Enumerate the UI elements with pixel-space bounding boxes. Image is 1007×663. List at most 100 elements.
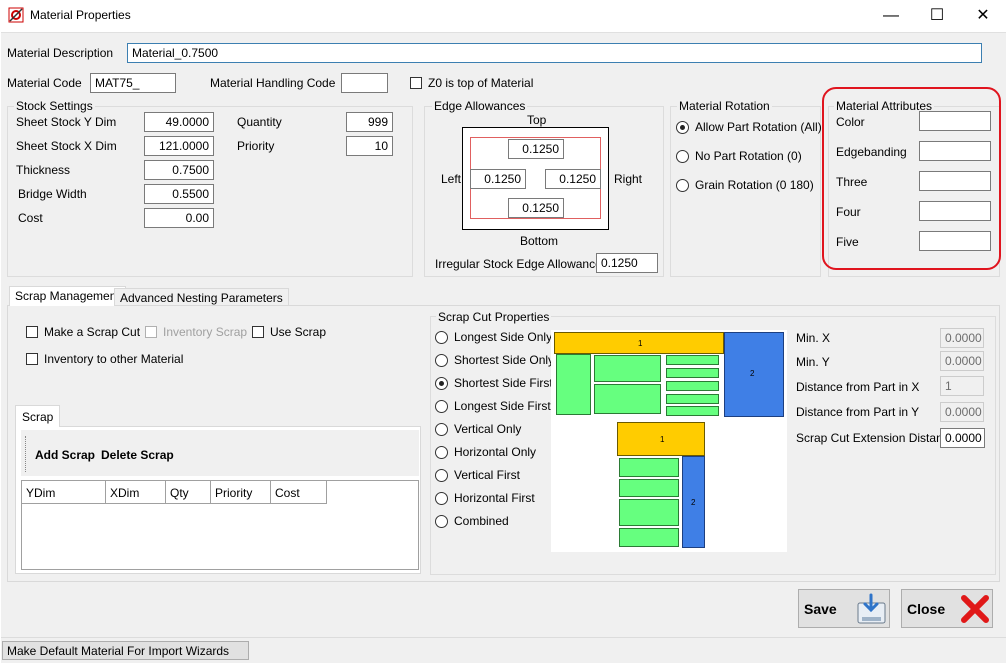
diagram-part	[666, 394, 719, 404]
min-x-label: Min. X	[796, 331, 831, 345]
edge-top-input[interactable]: 0.1250	[508, 139, 564, 159]
scrap-column-header[interactable]: Cost	[271, 481, 327, 504]
diagram-part	[666, 406, 719, 416]
rotation-option-label: No Part Rotation (0)	[695, 149, 802, 163]
scrap-cut-option-label: Longest Side First	[454, 399, 551, 413]
bridge-width-label: Bridge Width	[18, 187, 87, 201]
scrap-cut-radio[interactable]	[435, 400, 448, 413]
scrap-cut-option-label: Shortest Side First	[454, 376, 553, 390]
diagram-part	[594, 355, 661, 382]
rotation-option-label: Grain Rotation (0 180)	[695, 178, 814, 192]
app-icon	[8, 7, 24, 23]
close-button[interactable]: Close	[901, 589, 993, 628]
diagram-label-1: 1	[638, 339, 643, 348]
maximize-button[interactable]: ☐	[914, 0, 960, 32]
quantity-input[interactable]: 999	[346, 112, 393, 132]
priority-input[interactable]: 10	[346, 136, 393, 156]
z0-top-label: Z0 is top of Material	[428, 76, 534, 90]
sheet-x-label: Sheet Stock X Dim	[16, 139, 117, 153]
rotation-radio[interactable]	[676, 179, 689, 192]
tab-advanced-nesting[interactable]: Advanced Nesting Parameters	[114, 288, 289, 306]
tab-scrap[interactable]: Scrap	[15, 405, 61, 427]
scrap-cut-radio[interactable]	[435, 354, 448, 367]
default-material-button[interactable]: Make Default Material For Import Wizards	[2, 641, 249, 660]
priority-label: Priority	[237, 139, 275, 153]
highlight-annotation	[822, 87, 1001, 270]
inventory-other-checkbox[interactable]	[26, 353, 38, 365]
extension-input[interactable]: 0.0000	[940, 428, 985, 448]
cost-label: Cost	[18, 211, 43, 225]
edge-bottom-input[interactable]: 0.1250	[508, 198, 564, 218]
inventory-other-label: Inventory to other Material	[44, 352, 184, 366]
material-handling-label: Material Handling Code	[210, 76, 336, 90]
diagram-part	[666, 368, 719, 378]
scrap-column-header[interactable]: XDim	[106, 481, 166, 504]
scrap-column-header[interactable]: YDim	[22, 481, 106, 504]
scrap-cut-radio[interactable]	[435, 469, 448, 482]
rotation-radio[interactable]	[676, 150, 689, 163]
diagram-right-scrap: 2	[724, 332, 784, 417]
min-x-input[interactable]: 0.0000	[940, 328, 984, 348]
inventory-scrap-label: Inventory Scrap	[163, 325, 248, 339]
scrap-cut-title: Scrap Cut Properties	[436, 310, 552, 324]
title-bar: Material Properties — ☐ ✕	[0, 0, 1007, 32]
diagram-label-2b: 2	[691, 498, 696, 507]
scrap-cut-radio[interactable]	[435, 331, 448, 344]
add-scrap-button[interactable]: Add Scrap	[35, 448, 95, 462]
rotation-radio[interactable]	[676, 121, 689, 134]
edge-left-input[interactable]: 0.1250	[470, 169, 526, 189]
scrap-cut-radio[interactable]	[435, 377, 448, 390]
material-code-input[interactable]: MAT75_	[90, 73, 176, 93]
scrap-cut-radio[interactable]	[435, 446, 448, 459]
scrap-cut-radio[interactable]	[435, 492, 448, 505]
use-scrap-checkbox[interactable]	[252, 326, 264, 338]
inventory-scrap-checkbox[interactable]	[145, 326, 157, 338]
sheet-y-input[interactable]: 49.0000	[144, 112, 214, 132]
scrap-column-header[interactable]: Qty	[166, 481, 211, 504]
dist-y-input[interactable]: 0.0000	[940, 402, 984, 422]
min-y-input[interactable]: 0.0000	[940, 351, 984, 371]
save-button[interactable]: Save	[798, 589, 890, 628]
edge-left-label: Left	[441, 172, 462, 186]
minimize-button[interactable]: —	[868, 0, 914, 32]
close-x-icon	[961, 595, 989, 623]
bridge-width-input[interactable]: 0.5500	[144, 184, 214, 204]
diagram-part	[666, 355, 719, 365]
extension-label: Scrap Cut Extension Distance	[796, 431, 956, 445]
scrap-column-header[interactable]: Priority	[211, 481, 271, 504]
make-scrap-cut-label: Make a Scrap Cut	[44, 325, 141, 339]
dist-x-input[interactable]: 1	[940, 376, 984, 396]
diagram-part	[594, 384, 661, 414]
quantity-label: Quantity	[237, 115, 282, 129]
diagram-part	[619, 458, 679, 477]
scrap-cut-option-label: Longest Side Only	[454, 330, 553, 344]
scrap-cut-radio[interactable]	[435, 423, 448, 436]
tab-scrap-management[interactable]: Scrap Management	[9, 286, 126, 306]
dist-x-label: Distance from Part in X	[796, 380, 920, 394]
delete-scrap-button[interactable]: Delete Scrap	[101, 448, 174, 462]
make-scrap-cut-checkbox[interactable]	[26, 326, 38, 338]
thickness-input[interactable]: 0.7500	[144, 160, 214, 180]
scrap-cut-option-label: Vertical Only	[454, 422, 522, 436]
z0-top-checkbox[interactable]	[410, 77, 422, 89]
diagram-part	[666, 381, 719, 391]
edge-bottom-label: Bottom	[520, 234, 559, 248]
scrap-cut-option-label: Combined	[454, 514, 509, 528]
use-scrap-label: Use Scrap	[270, 325, 327, 339]
edge-right-input[interactable]: 0.1250	[545, 169, 601, 189]
scrap-cut-radio[interactable]	[435, 515, 448, 528]
diagram-top-scrap-2: 1	[617, 422, 705, 456]
thickness-label: Thickness	[16, 163, 71, 177]
save-label: Save	[804, 601, 837, 617]
sheet-y-label: Sheet Stock Y Dim	[16, 115, 117, 129]
window-title: Material Properties	[30, 8, 131, 22]
cost-input[interactable]: 0.00	[144, 208, 214, 228]
close-window-button[interactable]: ✕	[960, 0, 1006, 32]
diagram-part	[619, 479, 679, 497]
diagram-label-2: 2	[750, 369, 755, 378]
irregular-allowance-input[interactable]: 0.1250	[596, 253, 658, 273]
material-description-input[interactable]: Material_0.7500	[127, 43, 982, 63]
material-handling-input[interactable]	[341, 73, 388, 93]
material-rotation-title: Material Rotation	[677, 99, 772, 113]
sheet-x-input[interactable]: 121.0000	[144, 136, 214, 156]
